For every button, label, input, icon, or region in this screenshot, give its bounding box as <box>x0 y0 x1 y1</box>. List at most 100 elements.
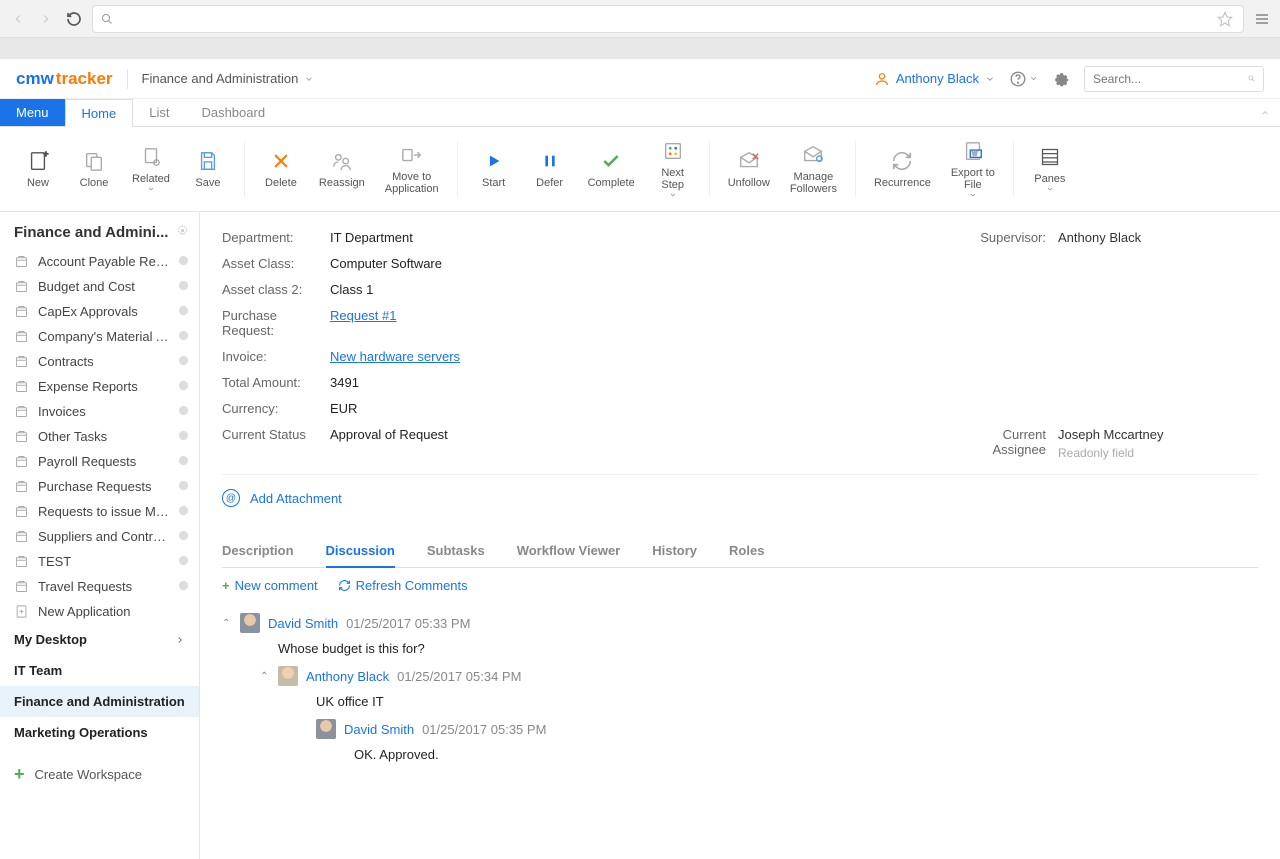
tab-subtasks[interactable]: Subtasks <box>427 535 485 567</box>
avatar[interactable] <box>240 613 260 633</box>
comment-author-link[interactable]: David Smith <box>268 616 338 631</box>
refresh-comments-button[interactable]: Refresh Comments <box>338 578 468 593</box>
item-settings-button[interactable] <box>178 579 189 594</box>
item-settings-button[interactable] <box>178 404 189 419</box>
tab-description[interactable]: Description <box>222 535 294 567</box>
bookmark-button[interactable] <box>1215 9 1235 29</box>
box-icon <box>14 354 30 369</box>
ribbon-export[interactable]: WExport to File <box>943 135 1003 203</box>
sidebar-item[interactable]: Expense Reports <box>0 374 199 399</box>
sidebar-item[interactable]: Purchase Requests <box>0 474 199 499</box>
item-settings-button[interactable] <box>178 429 189 444</box>
reload-button[interactable] <box>64 9 84 29</box>
collapse-toggle[interactable]: ⌃ <box>222 618 232 629</box>
collapse-ribbon-button[interactable] <box>1250 99 1280 126</box>
ribbon-reassign[interactable]: Reassign <box>311 145 373 193</box>
sidebar-item[interactable]: Other Tasks <box>0 424 199 449</box>
logo[interactable]: cmw tracker <box>16 69 128 89</box>
sidebar-item[interactable]: Budget and Cost <box>0 274 199 299</box>
main-panel: Department: IT Department Supervisor: An… <box>200 212 1280 859</box>
sidebar-item[interactable]: Payroll Requests <box>0 449 199 474</box>
help-button[interactable] <box>1009 70 1038 88</box>
item-settings-button[interactable] <box>178 554 189 569</box>
sidebar-item[interactable]: Suppliers and Contrac... <box>0 524 199 549</box>
forward-button[interactable] <box>36 9 56 29</box>
new-comment-button[interactable]: +New comment <box>222 578 318 593</box>
avatar[interactable] <box>278 666 298 686</box>
item-settings-button[interactable] <box>178 354 189 369</box>
sidebar-section-it-team[interactable]: IT Team <box>0 655 199 686</box>
tab-history[interactable]: History <box>652 535 697 567</box>
chevron-down-icon <box>669 191 677 199</box>
item-settings-button[interactable] <box>178 379 189 394</box>
purchase-request-link[interactable]: Request #1 <box>330 308 397 338</box>
field-label: Current Assignee <box>958 427 1058 460</box>
sidebar-item[interactable]: Requests to issue Mat... <box>0 499 199 524</box>
invoice-link[interactable]: New hardware servers <box>330 349 460 364</box>
tab-dashboard[interactable]: Dashboard <box>185 99 281 126</box>
address-bar[interactable] <box>92 5 1244 33</box>
sidebar-item[interactable]: New Application <box>0 599 199 624</box>
tab-workflow-viewer[interactable]: Workflow Viewer <box>517 535 621 567</box>
comment-author-link[interactable]: Anthony Black <box>306 669 389 684</box>
ribbon-move-to-app[interactable]: Move to Application <box>377 139 447 199</box>
ribbon-delete[interactable]: Delete <box>255 145 307 193</box>
comment-body: UK office IT <box>260 686 1258 709</box>
comment-author-link[interactable]: David Smith <box>344 722 414 737</box>
ribbon-manage-followers[interactable]: Manage Followers <box>782 139 845 199</box>
gear-icon <box>178 355 189 366</box>
sidebar-item[interactable]: Account Payable Requ... <box>0 249 199 274</box>
browser-menu-button[interactable] <box>1252 9 1272 29</box>
ribbon-recurrence[interactable]: Recurrence <box>866 145 939 193</box>
sidebar-section-my-desktop[interactable]: My Desktop <box>0 624 199 655</box>
ribbon-new[interactable]: +New <box>12 145 64 193</box>
sidebar-item[interactable]: Company's Material A... <box>0 324 199 349</box>
tab-roles[interactable]: Roles <box>729 535 764 567</box>
header-search[interactable] <box>1084 66 1264 92</box>
collapse-toggle[interactable]: ⌃ <box>260 671 270 682</box>
item-settings-button[interactable] <box>178 279 189 294</box>
tab-list[interactable]: List <box>133 99 185 126</box>
sidebar-item[interactable]: Invoices <box>0 399 199 424</box>
sidebar-item-label: Company's Material A... <box>38 329 170 344</box>
item-settings-button[interactable] <box>178 454 189 469</box>
ribbon-divider <box>1013 141 1014 197</box>
address-input[interactable] <box>119 11 1209 26</box>
item-settings-button[interactable] <box>178 504 189 519</box>
tab-discussion[interactable]: Discussion <box>326 535 395 568</box>
item-settings-button[interactable] <box>178 529 189 544</box>
ribbon-related[interactable]: Related <box>124 141 178 197</box>
ribbon-clone[interactable]: Clone <box>68 145 120 193</box>
sidebar-item[interactable]: Travel Requests <box>0 574 199 599</box>
ribbon-defer[interactable]: Defer <box>524 145 576 193</box>
menu-tab[interactable]: Menu <box>0 99 65 126</box>
sidebar-item[interactable]: Contracts <box>0 349 199 374</box>
breadcrumb[interactable]: Finance and Administration <box>142 71 315 86</box>
ribbon-unfollow[interactable]: Unfollow <box>720 145 778 193</box>
ribbon-panes[interactable]: Panes <box>1024 141 1076 197</box>
tab-home[interactable]: Home <box>65 99 134 127</box>
ribbon-start[interactable]: Start <box>468 145 520 193</box>
search-input[interactable] <box>1093 72 1248 86</box>
sidebar-settings-button[interactable] <box>176 224 189 241</box>
ribbon-save[interactable]: Save <box>182 145 234 193</box>
item-settings-button[interactable] <box>178 304 189 319</box>
add-attachment-button[interactable]: @ Add Attachment <box>222 489 1258 507</box>
item-settings-button[interactable] <box>178 254 189 269</box>
refresh-icon <box>338 579 351 592</box>
delete-icon <box>271 151 291 171</box>
sidebar-item[interactable]: CapEx Approvals <box>0 299 199 324</box>
create-workspace-button[interactable]: + Create Workspace <box>0 754 199 795</box>
back-button[interactable] <box>8 9 28 29</box>
avatar[interactable] <box>316 719 336 739</box>
sidebar-item[interactable]: TEST <box>0 549 199 574</box>
sidebar-section-marketing[interactable]: Marketing Operations <box>0 717 199 748</box>
settings-button[interactable] <box>1052 70 1070 88</box>
ribbon-next-step[interactable]: Next Step <box>647 135 699 203</box>
user-menu[interactable]: Anthony Black <box>874 71 995 87</box>
item-settings-button[interactable] <box>178 479 189 494</box>
chevron-up-icon <box>1260 108 1270 118</box>
item-settings-button[interactable] <box>178 329 189 344</box>
sidebar-section-finance[interactable]: Finance and Administration <box>0 686 199 717</box>
ribbon-complete[interactable]: Complete <box>580 145 643 193</box>
